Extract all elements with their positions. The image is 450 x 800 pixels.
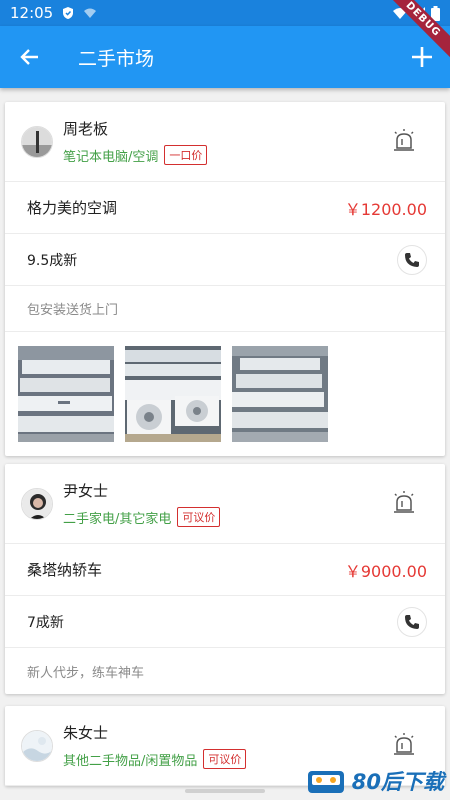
card-header: 周老板 笔记本电脑/空调 一口价 <box>5 102 445 182</box>
photo-thumbnail[interactable] <box>18 346 114 442</box>
photo-thumbnail[interactable] <box>125 346 221 442</box>
product-price: ￥1200.00 <box>344 199 427 219</box>
product-row: 格力美的空调 ￥1200.00 <box>5 182 445 234</box>
description: 新人代步，练车神车 <box>27 665 145 681</box>
air-conditioner-photo <box>232 346 328 442</box>
photo-gallery <box>5 332 445 456</box>
category-label: 二手家电/其它家电 <box>63 511 172 527</box>
price-type-badge: 可议价 <box>203 749 247 769</box>
product-price: ￥9000.00 <box>344 561 427 581</box>
seller-name: 尹女士 <box>63 482 109 500</box>
avatar-image <box>22 488 52 519</box>
alarm-icon[interactable] <box>391 128 417 154</box>
avatar-image <box>22 730 52 761</box>
listing-card[interactable]: 周老板 笔记本电脑/空调 一口价 格力美的空调 ￥1200.00 9.5成新 包… <box>5 102 445 456</box>
phone-icon <box>405 614 419 629</box>
card-header: 尹女士 二手家电/其它家电 可议价 <box>5 464 445 544</box>
category-label: 笔记本电脑/空调 <box>63 149 159 165</box>
call-button[interactable] <box>397 244 427 275</box>
plus-icon <box>412 47 432 67</box>
avatar[interactable] <box>21 729 53 762</box>
condition-label: 9.5成新 <box>27 252 78 269</box>
product-name: 桑塔纳轿车 <box>27 561 103 579</box>
price-type-badge: 一口价 <box>164 145 208 165</box>
listing-card[interactable]: 尹女士 二手家电/其它家电 可议价 桑塔纳轿车 ￥9000.00 7成新 新人代… <box>5 464 445 694</box>
arrow-left-icon <box>20 49 38 65</box>
product-name: 格力美的空调 <box>27 199 118 217</box>
call-button[interactable] <box>397 606 427 637</box>
back-button[interactable] <box>0 26 60 88</box>
avatar[interactable] <box>21 125 53 158</box>
air-conditioner-photo <box>18 346 114 442</box>
page-title: 二手市场 <box>78 47 155 70</box>
condition-row: 9.5成新 <box>5 234 445 286</box>
price-type-badge: 可议价 <box>177 507 221 527</box>
listing-list[interactable]: 周老板 笔记本电脑/空调 一口价 格力美的空调 ￥1200.00 9.5成新 包… <box>0 88 450 800</box>
air-conditioner-photo <box>125 346 221 442</box>
condition-label: 7成新 <box>27 614 64 631</box>
category-label: 其他二手物品/闲置物品 <box>63 753 198 769</box>
seller-name: 朱女士 <box>63 724 109 742</box>
product-row: 桑塔纳轿车 ￥9000.00 <box>5 544 445 596</box>
avatar[interactable] <box>21 487 53 520</box>
wifi-question-icon <box>84 8 97 18</box>
alarm-icon[interactable] <box>391 490 417 516</box>
description: 包安装送货上门 <box>5 286 445 332</box>
avatar-image <box>22 126 52 157</box>
watermark-text: 80后下载 <box>351 770 444 794</box>
condition-row: 7成新 <box>5 596 445 648</box>
status-bar: 12:05 <box>0 0 450 26</box>
shield-icon <box>63 7 74 19</box>
app-bar: 二手市场 <box>0 26 450 88</box>
seller-name: 周老板 <box>63 120 109 138</box>
status-time: 12:05 <box>10 4 54 22</box>
phone-icon <box>405 252 419 267</box>
watermark-logo-icon <box>307 771 344 793</box>
watermark: 80后下载 <box>306 766 444 796</box>
home-indicator[interactable] <box>185 789 265 793</box>
photo-thumbnail[interactable] <box>232 346 328 442</box>
alarm-icon[interactable] <box>391 732 417 758</box>
